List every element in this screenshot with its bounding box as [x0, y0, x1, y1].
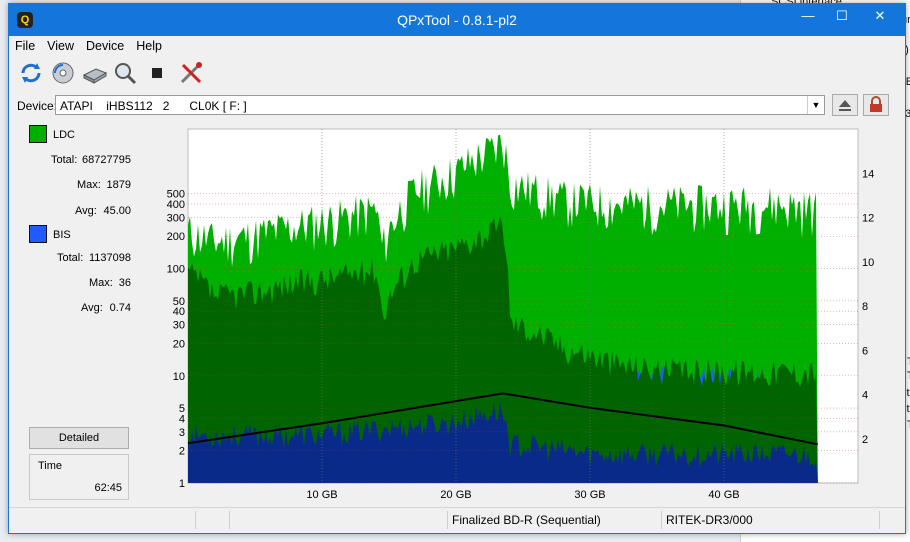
y-left-tick-label: 10 — [173, 371, 185, 383]
drive-icon[interactable] — [81, 59, 109, 87]
maximize-button[interactable]: ☐ — [825, 4, 859, 28]
toolbar — [9, 57, 905, 91]
lock-button[interactable] — [863, 94, 889, 116]
ldc-color-swatch[interactable] — [29, 125, 47, 143]
ldc-total-value: 68727795 — [82, 154, 131, 166]
device-bar: Device: ATAPI iHBS112 2 CL0K [ F: ] ▼ — [9, 93, 905, 119]
menu-bar: File View Device Help — [9, 36, 905, 56]
bis-avg-value: 0.74 — [109, 302, 131, 314]
device-label: Device: — [17, 99, 58, 113]
resize-grip-icon[interactable] — [879, 511, 904, 529]
y-left-tick-label: 4 — [179, 413, 185, 425]
device-value: ATAPI iHBS112 2 CL0K [ F: ] — [60, 99, 247, 113]
minimize-button[interactable]: — — [791, 4, 825, 28]
menu-help[interactable]: Help — [130, 36, 168, 53]
bis-total-value: 1137098 — [88, 252, 131, 264]
y-left-tick-label: 500 — [167, 189, 185, 201]
ldc-max-value: 1879 — [106, 179, 131, 191]
y-right-tick-label: 12 — [862, 213, 874, 225]
menu-view[interactable]: View — [41, 36, 80, 53]
tools-icon[interactable] — [177, 59, 205, 87]
y-left-tick-label: 200 — [167, 231, 185, 243]
y-right-tick-label: 2 — [862, 434, 868, 446]
media-id-status: RITEK-DR3/000 — [661, 511, 879, 529]
y-right-tick-label: 4 — [862, 390, 868, 402]
stop-icon[interactable] — [143, 59, 171, 87]
disc-type-status: Finalized BD-R (Sequential) — [447, 511, 661, 529]
y-right-tick-label: 8 — [862, 301, 868, 313]
bis-label: BIS — [53, 229, 71, 241]
time-label: Time — [38, 460, 63, 472]
x-tick-label: 20 GB — [440, 489, 471, 501]
ldc-label: LDC — [53, 129, 76, 141]
ldc-bis-chart: 12345102030405010020030040050010 GB 20 GB… — [167, 128, 874, 501]
refresh-icon[interactable] — [17, 59, 45, 87]
time-box: Time 62:45 — [29, 454, 129, 500]
menu-file[interactable]: File — [9, 36, 41, 53]
zoom-icon[interactable] — [111, 59, 139, 87]
y-left-tick-label: 5 — [179, 403, 185, 415]
detailed-button[interactable]: Detailed — [29, 427, 129, 449]
title-bar[interactable]: Q QPxTool - 0.8.1-pl2 — ☐ ✕ — [9, 4, 905, 36]
status-cell — [195, 511, 230, 529]
y-left-tick-label: 20 — [173, 338, 185, 350]
y-left-tick-label: 2 — [179, 446, 185, 458]
y-left-tick-label: 400 — [167, 199, 185, 211]
y-left-tick-label: 300 — [167, 212, 185, 224]
status-bar: Finalized BD-R (Sequential) RITEK-DR3/00… — [9, 507, 905, 532]
disc-scan-icon[interactable] — [49, 59, 77, 87]
bis-max-value: 36 — [118, 277, 131, 289]
y-left-tick-label: 100 — [167, 264, 185, 276]
y-right-tick-label: 10 — [862, 257, 874, 269]
y-left-tick-label: 30 — [173, 320, 185, 332]
y-right-tick-label: 6 — [862, 345, 868, 357]
eject-button[interactable] — [832, 94, 858, 116]
close-button[interactable]: ✕ — [863, 4, 897, 28]
y-left-tick-label: 3 — [179, 427, 185, 439]
legend-panel: LDC Total: 68727795 Max: 1879 Avg: 45.00… — [9, 121, 131, 501]
y-left-tick-label: 40 — [173, 306, 185, 318]
menu-device[interactable]: Device — [80, 36, 130, 53]
y-left-tick-label: 50 — [173, 296, 185, 308]
bis-color-swatch[interactable] — [29, 225, 47, 243]
x-tick-label: 30 GB — [574, 489, 605, 501]
x-tick-label: 10 GB — [306, 489, 337, 501]
status-cell — [229, 511, 448, 529]
ldc-avg-value: 45.00 — [103, 205, 131, 217]
x-tick-label: 40 GB — [708, 489, 739, 501]
window-title: QPxTool - 0.8.1-pl2 — [397, 12, 517, 28]
qpxtool-window: Q QPxTool - 0.8.1-pl2 — ☐ ✕ File View Devi… — [8, 3, 906, 534]
y-right-tick-label: 14 — [862, 168, 874, 180]
time-value: 62:45 — [94, 482, 122, 494]
device-select[interactable]: ATAPI iHBS112 2 CL0K [ F: ] ▼ — [55, 95, 825, 115]
chevron-down-icon[interactable]: ▼ — [807, 96, 824, 114]
y-left-tick-label: 1 — [179, 478, 185, 490]
